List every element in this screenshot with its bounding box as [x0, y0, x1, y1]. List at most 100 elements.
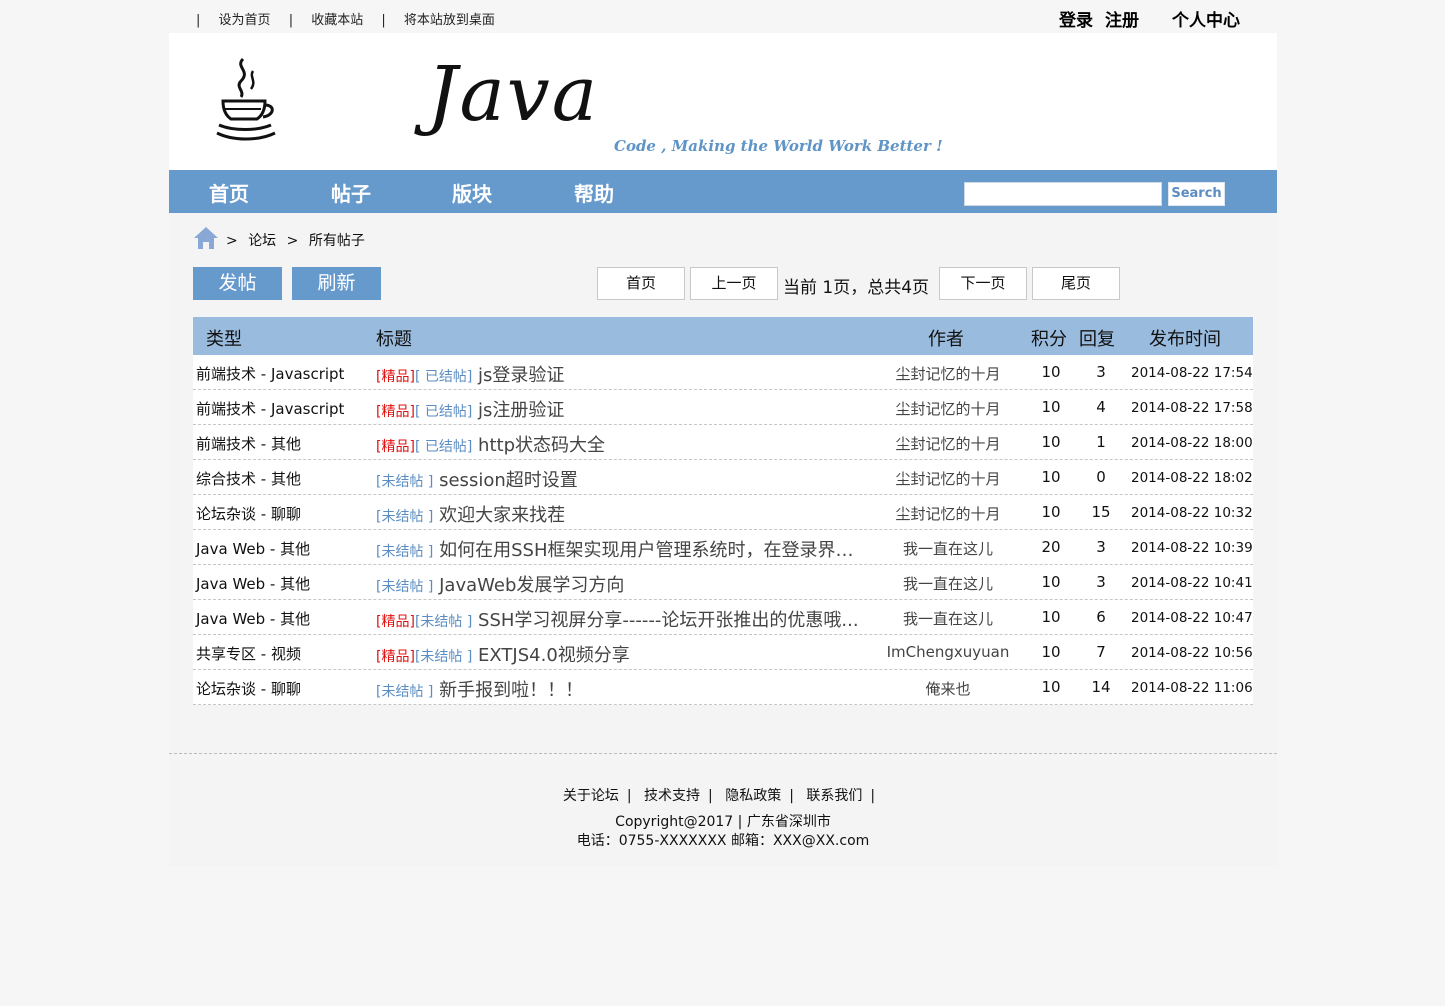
java-logo-text: Java: [427, 49, 600, 138]
post-title-link[interactable]: 新手报到啦！！！: [439, 680, 583, 701]
post-type[interactable]: 论坛杂谈 - 聊聊: [196, 678, 301, 699]
top-separator: |: [381, 13, 386, 28]
post-title-link[interactable]: EXTJS4.0视频分享: [478, 645, 630, 666]
post-title-cell[interactable]: [未结帖 ] session超时设置: [376, 466, 861, 492]
table-row[interactable]: 前端技术 - 其他 [精品][ 已结帖] http状态码大全 尘封记忆的十月 10 1 2…: [193, 425, 1253, 460]
post-title-link[interactable]: 如何在用SSH框架实现用户管理系统时，在登录界面...: [439, 540, 861, 561]
new-post-button[interactable]: 发帖: [193, 267, 282, 300]
status-tag: [ 已结帖]: [414, 404, 473, 420]
footer-contact-link[interactable]: 联系我们: [806, 788, 862, 804]
table-row[interactable]: 论坛杂谈 - 聊聊 [未结帖 ] 欢迎大家来找茬 尘封记忆的十月 10 15 2014-0…: [193, 495, 1253, 530]
post-title-link[interactable]: session超时设置: [439, 470, 578, 491]
post-type[interactable]: 共享专区 - 视频: [196, 643, 301, 664]
post-author[interactable]: 我一直在这儿: [873, 538, 1023, 559]
footer-privacy-link[interactable]: 隐私政策: [725, 788, 781, 804]
nav-boards[interactable]: 版块: [452, 178, 492, 207]
table-row[interactable]: 综合技术 - 其他 [未结帖 ] session超时设置 尘封记忆的十月 10 0 201…: [193, 460, 1253, 495]
java-cup-icon: [216, 57, 276, 141]
nav-help[interactable]: 帮助: [574, 178, 614, 207]
post-title-link[interactable]: js注册验证: [478, 400, 564, 421]
post-reply-count: 15: [1091, 503, 1111, 521]
post-author[interactable]: 尘封记忆的十月: [873, 363, 1023, 384]
post-time: 2014-08-22 10:56: [1131, 645, 1253, 661]
footer-support-link[interactable]: 技术支持: [644, 788, 700, 804]
login-link[interactable]: 登录: [1059, 6, 1093, 31]
post-author[interactable]: 尘封记忆的十月: [873, 433, 1023, 454]
post-reply-count: 6: [1096, 608, 1106, 626]
post-title-cell[interactable]: [精品][ 已结帖] http状态码大全: [376, 431, 861, 457]
table-row[interactable]: Java Web - 其他 [精品][未结帖 ] SSH学习视屏分享------论…: [193, 600, 1253, 635]
status-tag: [ 已结帖]: [414, 369, 473, 385]
status-tag: [未结帖 ]: [414, 614, 473, 630]
top-separator: |: [196, 13, 201, 28]
post-type[interactable]: Java Web - 其他: [196, 538, 310, 559]
register-link[interactable]: 注册: [1105, 6, 1139, 31]
post-author[interactable]: ImChengxuyuan: [873, 643, 1023, 661]
post-title-cell[interactable]: [未结帖 ] 新手报到啦！！！: [376, 676, 861, 702]
header-reply: 回复: [1079, 329, 1115, 350]
post-time: 2014-08-22 11:06: [1131, 680, 1253, 696]
nav-posts[interactable]: 帖子: [331, 178, 371, 207]
post-type[interactable]: 前端技术 - Javascript: [196, 363, 344, 384]
post-title-link[interactable]: 欢迎大家来找茬: [439, 505, 565, 526]
home-icon[interactable]: [193, 225, 219, 251]
bookmark-link[interactable]: 收藏本站: [311, 9, 363, 28]
table-row[interactable]: 前端技术 - Javascript [精品][ 已结帖] js注册验证 尘封记忆的十…: [193, 390, 1253, 425]
search-button[interactable]: Search: [1168, 182, 1225, 206]
table-row[interactable]: 论坛杂谈 - 聊聊 [未结帖 ] 新手报到啦！！！ 俺来也 10 14 2014-08-2…: [193, 670, 1253, 705]
pager-first-button[interactable]: 首页: [597, 267, 685, 300]
post-type[interactable]: 前端技术 - Javascript: [196, 398, 344, 419]
post-reply-count: 14: [1091, 678, 1111, 696]
top-separator: |: [288, 13, 294, 28]
post-author[interactable]: 俺来也: [873, 678, 1023, 699]
post-author[interactable]: 我一直在这儿: [873, 608, 1023, 629]
nav-home[interactable]: 首页: [209, 178, 249, 207]
post-title-cell[interactable]: [精品][未结帖 ] SSH学习视屏分享------论坛开张推出的优惠哦...: [376, 606, 861, 632]
post-time: 2014-08-22 18:02: [1131, 470, 1253, 486]
table-row[interactable]: Java Web - 其他 [未结帖 ] JavaWeb发展学习方向 我一直在这儿 1…: [193, 565, 1253, 600]
profile-link[interactable]: 个人中心: [1172, 6, 1240, 31]
footer-about-link[interactable]: 关于论坛: [563, 788, 619, 804]
pager-next-button[interactable]: 下一页: [939, 267, 1027, 300]
search-input[interactable]: [964, 182, 1162, 206]
post-title-cell[interactable]: [精品][未结帖 ] EXTJS4.0视频分享: [376, 641, 861, 667]
set-homepage-link[interactable]: 设为首页: [219, 9, 271, 28]
post-author[interactable]: 尘封记忆的十月: [873, 503, 1023, 524]
desktop-shortcut-link[interactable]: 将本站放到桌面: [404, 9, 495, 28]
status-tag: [未结帖 ]: [376, 579, 434, 595]
post-reply-count: 3: [1096, 573, 1106, 591]
post-type[interactable]: 综合技术 - 其他: [196, 468, 301, 489]
refresh-button[interactable]: 刷新: [292, 267, 381, 300]
post-title-cell[interactable]: [未结帖 ] 欢迎大家来找茬: [376, 501, 861, 527]
pager-last-button[interactable]: 尾页: [1032, 267, 1120, 300]
post-type[interactable]: Java Web - 其他: [196, 573, 310, 594]
post-title-link[interactable]: js登录验证: [478, 365, 564, 386]
post-time: 2014-08-22 10:32: [1131, 505, 1253, 521]
post-author[interactable]: 我一直在这儿: [873, 573, 1023, 594]
status-tag: [ 已结帖]: [414, 439, 473, 455]
post-author[interactable]: 尘封记忆的十月: [873, 468, 1023, 489]
post-author[interactable]: 尘封记忆的十月: [873, 398, 1023, 419]
breadcrumb-forum[interactable]: 论坛: [248, 233, 276, 249]
table-row[interactable]: 前端技术 - Javascript [精品][ 已结帖] js登录验证 尘封记忆的十…: [193, 355, 1253, 390]
footer-copyright: Copyright@2017 | 广东省深圳市: [615, 814, 831, 830]
post-type[interactable]: 前端技术 - 其他: [196, 433, 301, 454]
pager-prev-button[interactable]: 上一页: [690, 267, 778, 300]
post-title-link[interactable]: http状态码大全: [478, 435, 605, 456]
table-row[interactable]: Java Web - 其他 [未结帖 ] 如何在用SSH框架实现用户管理系统时，在…: [193, 530, 1253, 565]
post-title-cell[interactable]: [未结帖 ] 如何在用SSH框架实现用户管理系统时，在登录界面...: [376, 536, 861, 562]
post-reply-count: 3: [1096, 363, 1106, 381]
post-title-link[interactable]: JavaWeb发展学习方向: [439, 575, 624, 596]
breadcrumb-all-posts: 所有帖子: [308, 233, 365, 249]
post-title-cell[interactable]: [精品][ 已结帖] js注册验证: [376, 396, 861, 422]
header-score: 积分: [1031, 329, 1067, 350]
post-title-cell[interactable]: [精品][ 已结帖] js登录验证: [376, 361, 861, 387]
post-type[interactable]: 论坛杂谈 - 聊聊: [196, 503, 301, 524]
post-title-cell[interactable]: [未结帖 ] JavaWeb发展学习方向: [376, 571, 861, 597]
post-type[interactable]: Java Web - 其他: [196, 608, 310, 629]
footer-separator: |: [789, 788, 794, 804]
footer-links: 关于论坛 | 技术支持 | 隐私政策 | 联系我们 |: [169, 785, 1277, 805]
header-title: 标题: [376, 329, 412, 350]
table-row[interactable]: 共享专区 - 视频 [精品][未结帖 ] EXTJS4.0视频分享 ImChengx…: [193, 635, 1253, 670]
post-title-link[interactable]: SSH学习视屏分享------论坛开张推出的优惠哦...: [478, 610, 859, 631]
